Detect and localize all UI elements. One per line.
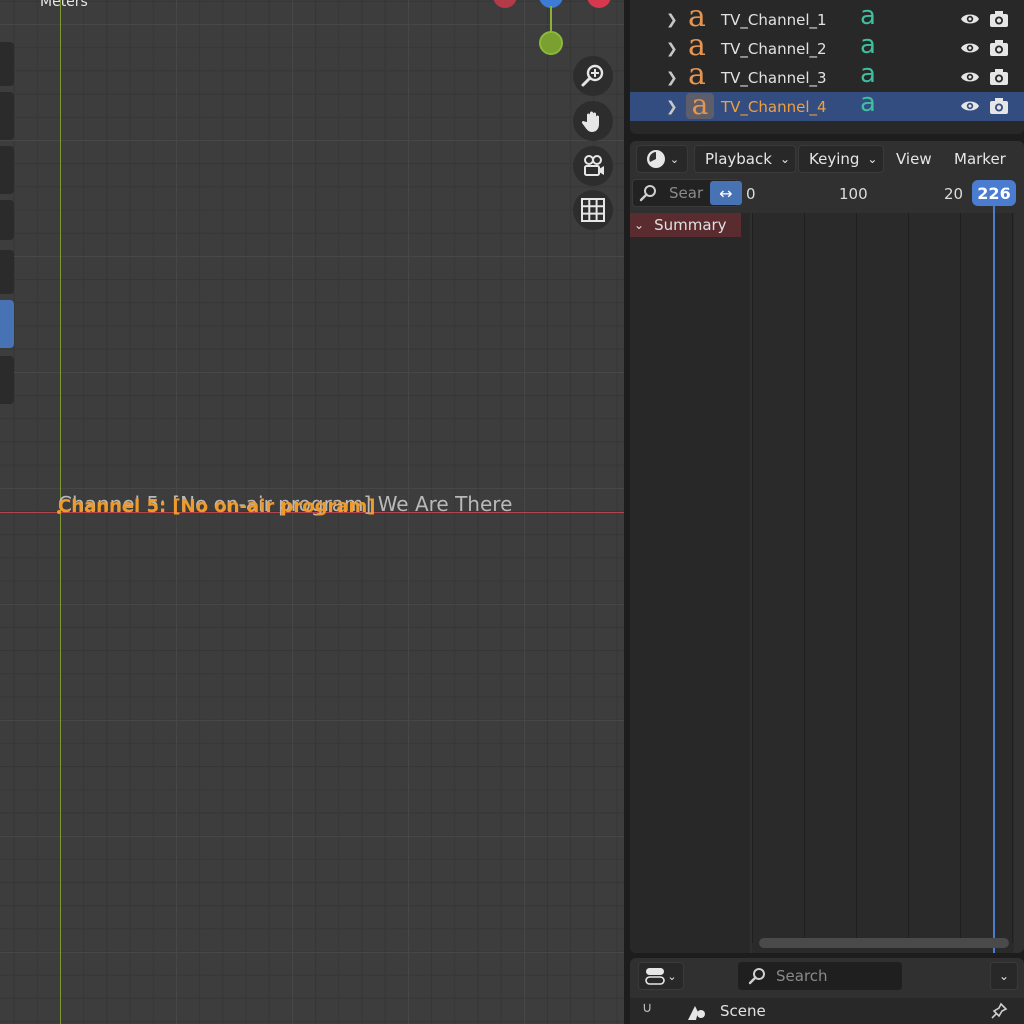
hand-pan-icon[interactable]: [573, 101, 613, 141]
chevron-down-icon: ⌄: [669, 152, 680, 166]
grid-line: [1012, 213, 1013, 943]
scene-icon: [688, 1006, 705, 1020]
pin-icon[interactable]: [990, 1002, 1008, 1020]
frame-label: 20: [944, 185, 964, 203]
properties-panel[interactable]: ⌄ Search ⌄ ∪ Scene: [630, 958, 1024, 1024]
summary-label: Summary: [654, 216, 727, 234]
chevron-down-icon: ⌄: [779, 152, 790, 166]
eye-icon[interactable]: [960, 39, 980, 57]
outliner-item-name[interactable]: TV_Channel_1: [721, 11, 827, 29]
3d-viewport[interactable]: Meters Channel 5: [No on-air program] We…: [0, 0, 624, 1024]
chevron-right-icon[interactable]: ❯: [666, 70, 678, 86]
toggle-switch-icon: [645, 968, 666, 985]
scene-row[interactable]: ∪ Scene: [630, 998, 1024, 1024]
outliner-item-name[interactable]: TV_Channel_3: [721, 69, 827, 87]
toolbar-tab[interactable]: [0, 356, 14, 404]
eye-icon[interactable]: [960, 10, 980, 28]
display-mode-button[interactable]: ⌄: [638, 962, 684, 990]
scene-label: Scene: [720, 1002, 766, 1020]
gizmo-y-axis-icon[interactable]: [539, 31, 563, 55]
grid-line: [960, 213, 961, 943]
chevron-down-icon: ⌄: [667, 969, 677, 983]
font-data-icon[interactable]: a: [860, 60, 876, 89]
filter-dropdown[interactable]: ⌄: [990, 962, 1018, 990]
zoom-icon[interactable]: [573, 56, 613, 96]
outliner[interactable]: ❯ a TV_Channel_1 a ❯ a TV_Channel_2 a ❯ …: [630, 0, 1024, 134]
text-object-icon: a: [688, 0, 706, 34]
outliner-item-name[interactable]: TV_Channel_2: [721, 40, 827, 58]
playhead-line[interactable]: [993, 201, 995, 953]
playback-menu[interactable]: Playback ⌄: [694, 145, 796, 173]
frame-label: 0: [746, 185, 756, 203]
text-object-icon: a: [688, 28, 706, 63]
current-frame-indicator[interactable]: 226: [972, 180, 1016, 206]
outliner-item-name[interactable]: TV_Channel_4: [721, 98, 827, 116]
gizmo-y-line: [550, 6, 552, 34]
grid-icon[interactable]: [573, 190, 613, 230]
toolbar-tab[interactable]: [0, 92, 14, 140]
timeline-header: ⌄ Playback ⌄ Keying ⌄ View Marker: [630, 141, 1024, 177]
keying-menu[interactable]: Keying ⌄: [798, 145, 884, 173]
keying-label: Keying: [809, 150, 860, 168]
gizmo-x-neg-icon[interactable]: [493, 0, 517, 8]
marker-menu[interactable]: Marker: [954, 145, 1006, 173]
font-data-icon[interactable]: a: [860, 2, 876, 31]
swap-arrows-icon[interactable]: ↔: [710, 181, 742, 205]
font-data-icon[interactable]: a: [860, 31, 876, 60]
text-object-icon: a: [686, 91, 714, 119]
render-camera-icon[interactable]: [989, 68, 1009, 86]
clock-icon: [646, 150, 665, 168]
render-camera-icon[interactable]: [989, 10, 1009, 28]
playback-label: Playback: [705, 150, 772, 168]
font-data-icon[interactable]: a: [860, 89, 876, 118]
camera-icon[interactable]: [573, 146, 613, 186]
search-placeholder: Search: [776, 967, 828, 985]
chevron-down-icon[interactable]: ⌄: [634, 218, 644, 232]
chevron-down-icon: ⌄: [998, 969, 1010, 983]
toolbar-tab-active[interactable]: [0, 300, 14, 348]
render-camera-icon[interactable]: [989, 39, 1009, 57]
collection-icon: ∪: [642, 1000, 653, 1016]
gizmo-x-axis-icon[interactable]: [587, 0, 611, 8]
search-placeholder: Sear: [669, 184, 704, 202]
search-icon: [639, 185, 656, 202]
grid-line: [908, 213, 909, 943]
search-icon: [748, 968, 765, 985]
editor-type-button[interactable]: ⌄: [636, 145, 688, 173]
view-menu[interactable]: View: [896, 145, 932, 173]
chevron-down-icon: ⌄: [867, 152, 878, 166]
grid-line: [752, 213, 753, 943]
outliner-row[interactable]: ❯ a TV_Channel_3 a: [630, 57, 1024, 92]
grid-line: [804, 213, 805, 943]
grid-line: [856, 213, 857, 943]
units-label: Meters: [40, 0, 88, 10]
right-panel: ❯ a TV_Channel_1 a ❯ a TV_Channel_2 a ❯ …: [624, 0, 1024, 1024]
eye-icon[interactable]: [960, 68, 980, 86]
keyframe-region[interactable]: [752, 213, 1014, 953]
horizontal-scrollbar[interactable]: [759, 938, 1009, 948]
frame-label: 100: [839, 185, 868, 203]
chevron-right-icon[interactable]: ❯: [666, 99, 678, 115]
eye-icon[interactable]: [960, 97, 980, 115]
chevron-right-icon[interactable]: ❯: [666, 12, 678, 28]
summary-channel[interactable]: ⌄ Summary: [630, 213, 741, 237]
toolbar-tab[interactable]: [0, 146, 14, 194]
render-camera-icon[interactable]: [989, 97, 1009, 115]
search-input[interactable]: Search: [738, 962, 902, 990]
text-object-selected[interactable]: Channel 5: [No on-air program]: [58, 496, 376, 517]
text-object-icon: a: [688, 57, 706, 92]
chevron-right-icon[interactable]: ❯: [666, 41, 678, 57]
toolbar-tab[interactable]: [0, 42, 14, 86]
object-origin: [57, 510, 61, 514]
timeline-editor[interactable]: ⌄ Playback ⌄ Keying ⌄ View Marker Sear ↔…: [630, 141, 1024, 953]
outliner-row-selected[interactable]: ❯ a TV_Channel_4 a: [630, 89, 1024, 121]
channel-region[interactable]: [630, 213, 750, 953]
toolbar-tab[interactable]: [0, 200, 14, 240]
toolbar-tab[interactable]: [0, 250, 14, 294]
